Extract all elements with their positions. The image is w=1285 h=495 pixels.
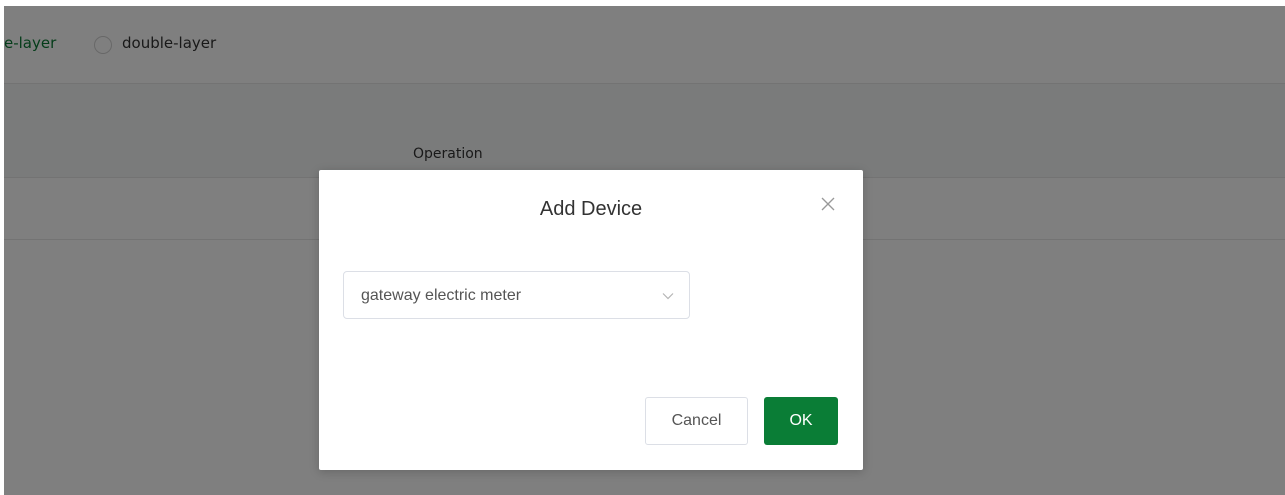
ok-button[interactable]: OK <box>764 397 838 445</box>
chevron-down-icon <box>662 293 674 300</box>
screen: e-layer double-layer Operation Add Devic… <box>0 0 1285 495</box>
add-device-dialog: Add Device gateway electric meter Cancel… <box>319 170 863 470</box>
close-icon <box>821 197 835 211</box>
close-button[interactable] <box>816 192 840 216</box>
dialog-title: Add Device <box>539 198 643 220</box>
device-type-select-value: gateway electric meter <box>361 287 522 304</box>
cancel-button[interactable]: Cancel <box>645 397 748 445</box>
device-type-select[interactable]: gateway electric meter <box>343 271 690 319</box>
